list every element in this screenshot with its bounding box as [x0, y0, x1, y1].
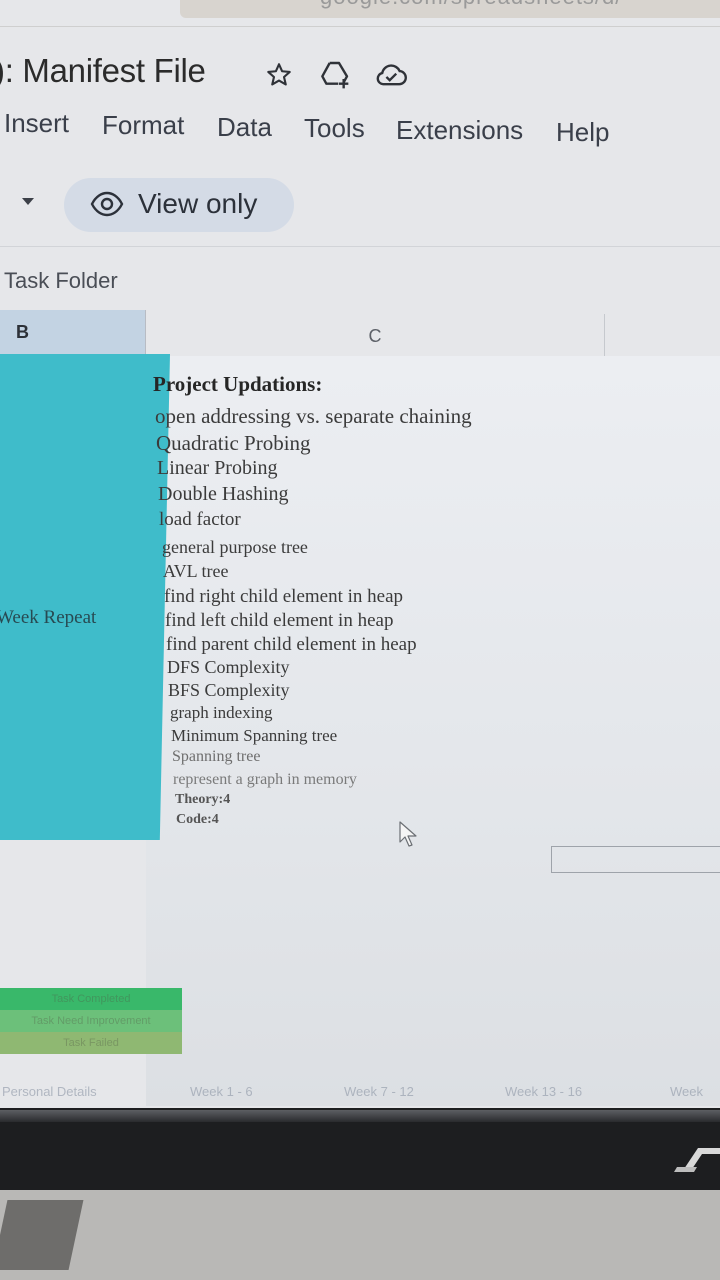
list-item: Double Hashing	[158, 483, 289, 505]
menu-data[interactable]: Data	[217, 112, 272, 143]
toolbar: View only	[0, 170, 720, 240]
selected-cell-outline[interactable]	[551, 846, 720, 873]
screen: google.com/spreadsheets/d/ ): Manifest F…	[0, 0, 720, 1280]
column-header-b[interactable]: B	[0, 310, 146, 354]
list-item: find left child element in heap	[165, 610, 394, 631]
menu-format[interactable]: Format	[102, 110, 184, 141]
menu-help[interactable]: Help	[556, 117, 609, 148]
list-item: represent a graph in memory	[173, 771, 357, 788]
menu-insert[interactable]: Insert	[4, 108, 69, 139]
legend-task-failed: Task Failed	[0, 1032, 182, 1054]
browser-address-bar[interactable]: google.com/spreadsheets/d/	[180, 0, 720, 18]
cell-b-merged[interactable]	[0, 354, 171, 840]
star-icon[interactable]	[262, 58, 296, 92]
tab-personal-details[interactable]: Personal Details	[2, 1084, 97, 1099]
formula-bar: Task Folder	[0, 262, 720, 308]
list-item: find parent child element in heap	[166, 634, 417, 655]
list-item: graph indexing	[170, 703, 273, 722]
bezel-edge	[0, 1110, 720, 1122]
code-score: Code:4	[176, 812, 219, 827]
list-item: Linear Probing	[157, 457, 278, 479]
column-headers: B C	[0, 310, 720, 361]
tab-week-7-12[interactable]: Week 7 - 12	[344, 1084, 414, 1099]
list-item: DFS Complexity	[167, 657, 290, 677]
list-item: AVL tree	[163, 561, 229, 581]
title-icon-group	[262, 58, 408, 92]
list-item: BFS Complexity	[168, 680, 290, 700]
column-header-c[interactable]: C	[146, 314, 605, 359]
list-item: find right child element in heap	[164, 586, 404, 607]
sheet-tabs-bar: Personal Details Week 1 - 6 Week 7 - 12 …	[0, 1078, 720, 1110]
legend-task-completed: Task Completed	[0, 988, 182, 1010]
column-header-d[interactable]	[605, 316, 720, 361]
cloud-saved-icon[interactable]	[374, 58, 408, 92]
cell-content-display[interactable]: Task Folder	[4, 268, 118, 294]
list-item: Minimum Spanning tree	[171, 726, 338, 745]
tab-week-1-6[interactable]: Week 1 - 6	[190, 1084, 253, 1099]
divider	[0, 26, 720, 27]
list-item: general purpose tree	[162, 537, 308, 557]
document-title[interactable]: ): Manifest File	[0, 52, 206, 90]
list-item: Spanning tree	[172, 748, 261, 765]
view-only-button[interactable]: View only	[64, 178, 294, 232]
theory-score: Theory:4	[175, 792, 231, 807]
eye-icon	[90, 191, 124, 222]
list-item: open addressing vs. separate chaining	[155, 404, 472, 428]
menu-extensions[interactable]: Extensions	[396, 115, 523, 146]
divider	[0, 246, 720, 247]
column-letter: B	[16, 321, 29, 342]
cell-c-content[interactable]: Project Updations:	[153, 372, 613, 397]
updates-heading: Project Updations:	[153, 372, 323, 396]
url-text: google.com/spreadsheets/d/	[320, 0, 622, 10]
brand-logo-icon	[668, 1140, 720, 1180]
mouse-pointer-icon	[398, 820, 420, 853]
cell-b-value: Week Repeat	[0, 607, 97, 628]
view-only-label: View only	[138, 188, 258, 219]
column-letter: C	[368, 325, 382, 346]
tab-week[interactable]: Week	[670, 1084, 703, 1099]
menu-tools[interactable]: Tools	[304, 113, 365, 144]
legend-task-need-improvement: Task Need Improvement	[0, 1010, 182, 1032]
list-item: load factor	[159, 509, 241, 530]
list-item: Quadratic Probing	[156, 431, 311, 455]
dropdown-caret-icon[interactable]	[22, 198, 34, 205]
drive-add-icon[interactable]	[318, 58, 352, 92]
status-legend: Task Completed Task Need Improvement Tas…	[0, 988, 182, 1054]
laptop-body	[0, 1190, 720, 1280]
tab-week-13-16[interactable]: Week 13 - 16	[505, 1084, 582, 1099]
